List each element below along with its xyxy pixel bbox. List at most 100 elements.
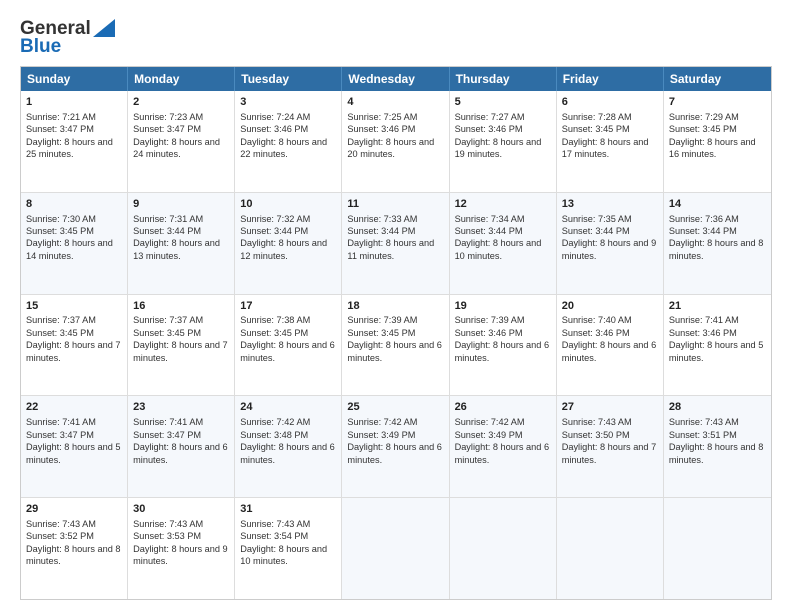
day-number: 22 <box>26 400 122 415</box>
day-number: 18 <box>347 299 443 314</box>
day-number: 4 <box>347 95 443 110</box>
sunrise-text: Sunrise: 7:42 AM <box>347 417 417 427</box>
day-number: 20 <box>562 299 658 314</box>
calendar-cell-29: 29Sunrise: 7:43 AMSunset: 3:52 PMDayligh… <box>21 498 128 599</box>
logo-arrow-icon <box>93 19 115 37</box>
daylight-text: Daylight: 8 hours and 6 minutes. <box>240 340 335 362</box>
sunrise-text: Sunrise: 7:36 AM <box>669 214 739 224</box>
sunset-text: Sunset: 3:46 PM <box>455 328 523 338</box>
calendar-cell-24: 24Sunrise: 7:42 AMSunset: 3:48 PMDayligh… <box>235 396 342 497</box>
day-number: 6 <box>562 95 658 110</box>
daylight-text: Daylight: 8 hours and 6 minutes. <box>240 442 335 464</box>
daylight-text: Daylight: 8 hours and 14 minutes. <box>26 238 113 260</box>
calendar-cell-17: 17Sunrise: 7:38 AM Sunset: 3:45 PM Dayligh… <box>235 295 342 396</box>
calendar-cell-28: 28Sunrise: 7:43 AMSunset: 3:51 PMDayligh… <box>664 396 771 497</box>
sunrise-text: Sunrise: 7:42 AM <box>455 417 525 427</box>
sunrise-text: Sunrise: 7:43 AM <box>669 417 739 427</box>
sunrise-text: Sunrise: 7:39 AM <box>455 315 525 325</box>
daylight-text: Daylight: 8 hours and 6 minutes. <box>455 340 550 362</box>
sunrise-text: Sunrise: 7:43 AM <box>240 519 310 529</box>
calendar-cell-5: 5Sunrise: 7:27 AMSunset: 3:46 PMDaylight… <box>450 91 557 192</box>
calendar-cell-26: 26Sunrise: 7:42 AMSunset: 3:49 PMDayligh… <box>450 396 557 497</box>
daylight-text: Daylight: 8 hours and 24 minutes. <box>133 137 220 159</box>
sunrise-text: Sunrise: 7:41 AM <box>669 315 739 325</box>
daylight-text: Daylight: 8 hours and 6 minutes. <box>133 442 228 464</box>
sunrise-text: Sunrise: 7:30 AM <box>26 214 96 224</box>
calendar-cell-empty <box>342 498 449 599</box>
sunrise-text: Sunrise: 7:41 AM <box>26 417 96 427</box>
calendar-row-5: 29Sunrise: 7:43 AMSunset: 3:52 PMDayligh… <box>21 497 771 599</box>
daylight-text: Daylight: 8 hours and 7 minutes. <box>133 340 228 362</box>
sunset-text: Sunset: 3:45 PM <box>240 328 308 338</box>
sunrise-text: Sunrise: 7:21 AM <box>26 112 96 122</box>
day-of-week-sunday: Sunday <box>21 67 128 91</box>
daylight-text: Daylight: 8 hours and 6 minutes. <box>562 340 657 362</box>
calendar-row-3: 15Sunrise: 7:37 AMSunset: 3:45 PMDayligh… <box>21 294 771 396</box>
daylight-text: Daylight: 8 hours and 9 minutes. <box>562 238 657 260</box>
sunset-text: Sunset: 3:46 PM <box>562 328 630 338</box>
sunrise-text: Sunrise: 7:42 AM <box>240 417 310 427</box>
daylight-text: Daylight: 8 hours and 7 minutes. <box>562 442 657 464</box>
day-of-week-thursday: Thursday <box>450 67 557 91</box>
logo-blue: Blue <box>20 36 61 58</box>
daylight-text: Daylight: 8 hours and 8 minutes. <box>669 238 764 260</box>
sunset-text: Sunset: 3:44 PM <box>669 226 737 236</box>
day-number: 27 <box>562 400 658 415</box>
calendar-cell-9: 9Sunrise: 7:31 AMSunset: 3:44 PMDaylight… <box>128 193 235 294</box>
sunset-text: Sunset: 3:45 PM <box>26 226 94 236</box>
sunset-text: Sunset: 3:48 PM <box>240 430 308 440</box>
calendar-cell-16: 16Sunrise: 7:37 AMSunset: 3:45 PMDayligh… <box>128 295 235 396</box>
sunset-text: Sunset: 3:46 PM <box>669 328 737 338</box>
day-of-week-wednesday: Wednesday <box>342 67 449 91</box>
day-of-week-tuesday: Tuesday <box>235 67 342 91</box>
calendar-row-4: 22 Sunrise: 7:41 AM Sunset: 3:47 PM Dayligh… <box>21 395 771 497</box>
calendar-cell-18: 18Sunrise: 7:39 AM Sunset: 3:45 PM Dayligh… <box>342 295 449 396</box>
calendar-cell-23: 23Sunrise: 7:41 AMSunset: 3:47 PMDayligh… <box>128 396 235 497</box>
calendar-cell-27: 27Sunrise: 7:43 AMSunset: 3:50 PMDayligh… <box>557 396 664 497</box>
daylight-text: Daylight: 8 hours and 19 minutes. <box>455 137 542 159</box>
sunrise-text: Sunrise: 7:43 AM <box>133 519 203 529</box>
sunrise-text: Sunrise: 7:29 AM <box>669 112 739 122</box>
sunrise-text: Sunrise: 7:40 AM <box>562 315 632 325</box>
sunset-text: Sunset: 3:44 PM <box>455 226 523 236</box>
sunrise-text: Sunrise: 7:37 AM <box>133 315 203 325</box>
sunset-text: Sunset: 3:45 PM <box>26 328 94 338</box>
daylight-text: Daylight: 8 hours and 7 minutes. <box>26 340 121 362</box>
day-number: 2 <box>133 95 229 110</box>
calendar-cell-13: 13 Sunrise: 7:35 AM Sunset: 3:44 PM Dayligh… <box>557 193 664 294</box>
sunrise-text: Sunrise: 7:38 AM <box>240 315 310 325</box>
calendar-header: SundayMondayTuesdayWednesdayThursdayFrid… <box>21 67 771 91</box>
sunset-text: Sunset: 3:44 PM <box>347 226 415 236</box>
sunset-text: Sunset: 3:45 PM <box>133 328 201 338</box>
sunset-text: Sunset: 3:52 PM <box>26 531 94 541</box>
sunset-text: Sunset: 3:44 PM <box>562 226 630 236</box>
sunset-text: Sunset: 3:47 PM <box>133 430 201 440</box>
logo: General Blue <box>20 18 115 58</box>
daylight-text: Daylight: 8 hours and 6 minutes. <box>347 442 442 464</box>
sunset-text: Sunset: 3:49 PM <box>347 430 415 440</box>
daylight-text: Daylight: 8 hours and 5 minutes. <box>26 442 121 464</box>
sunset-text: Sunset: 3:45 PM <box>347 328 415 338</box>
calendar-body: 1 Sunrise: 7:21 AM Sunset: 3:47 PM Daylight… <box>21 91 771 599</box>
calendar-cell-3: 3Sunrise: 7:24 AMSunset: 3:46 PMDaylight… <box>235 91 342 192</box>
sunset-text: Sunset: 3:46 PM <box>455 124 523 134</box>
day-number: 30 <box>133 502 229 517</box>
daylight-text: Daylight: 8 hours and 16 minutes. <box>669 137 756 159</box>
day-number: 1 <box>26 95 122 110</box>
daylight-text: Daylight: 8 hours and 17 minutes. <box>562 137 649 159</box>
sunset-text: Sunset: 3:47 PM <box>26 430 94 440</box>
sunrise-text: Sunrise: 7:37 AM <box>26 315 96 325</box>
day-number: 13 <box>562 197 658 212</box>
sunrise-text: Sunrise: 7:33 AM <box>347 214 417 224</box>
calendar-cell-21: 21Sunrise: 7:41 AMSunset: 3:46 PMDayligh… <box>664 295 771 396</box>
day-number: 28 <box>669 400 766 415</box>
day-number: 17 <box>240 299 336 314</box>
sunset-text: Sunset: 3:44 PM <box>240 226 308 236</box>
sunrise-text: Sunrise: 7:39 AM <box>347 315 417 325</box>
sunrise-text: Sunrise: 7:35 AM <box>562 214 632 224</box>
daylight-text: Daylight: 8 hours and 8 minutes. <box>669 442 764 464</box>
calendar-row-1: 1Sunrise: 7:21 AMSunset: 3:47 PMDaylight… <box>21 91 771 192</box>
daylight-text: Daylight: 8 hours and 10 minutes. <box>240 544 327 566</box>
calendar-cell-19: 19Sunrise: 7:39 AMSunset: 3:46 PMDayligh… <box>450 295 557 396</box>
daylight-text: Daylight: 8 hours and 6 minutes. <box>347 340 442 362</box>
